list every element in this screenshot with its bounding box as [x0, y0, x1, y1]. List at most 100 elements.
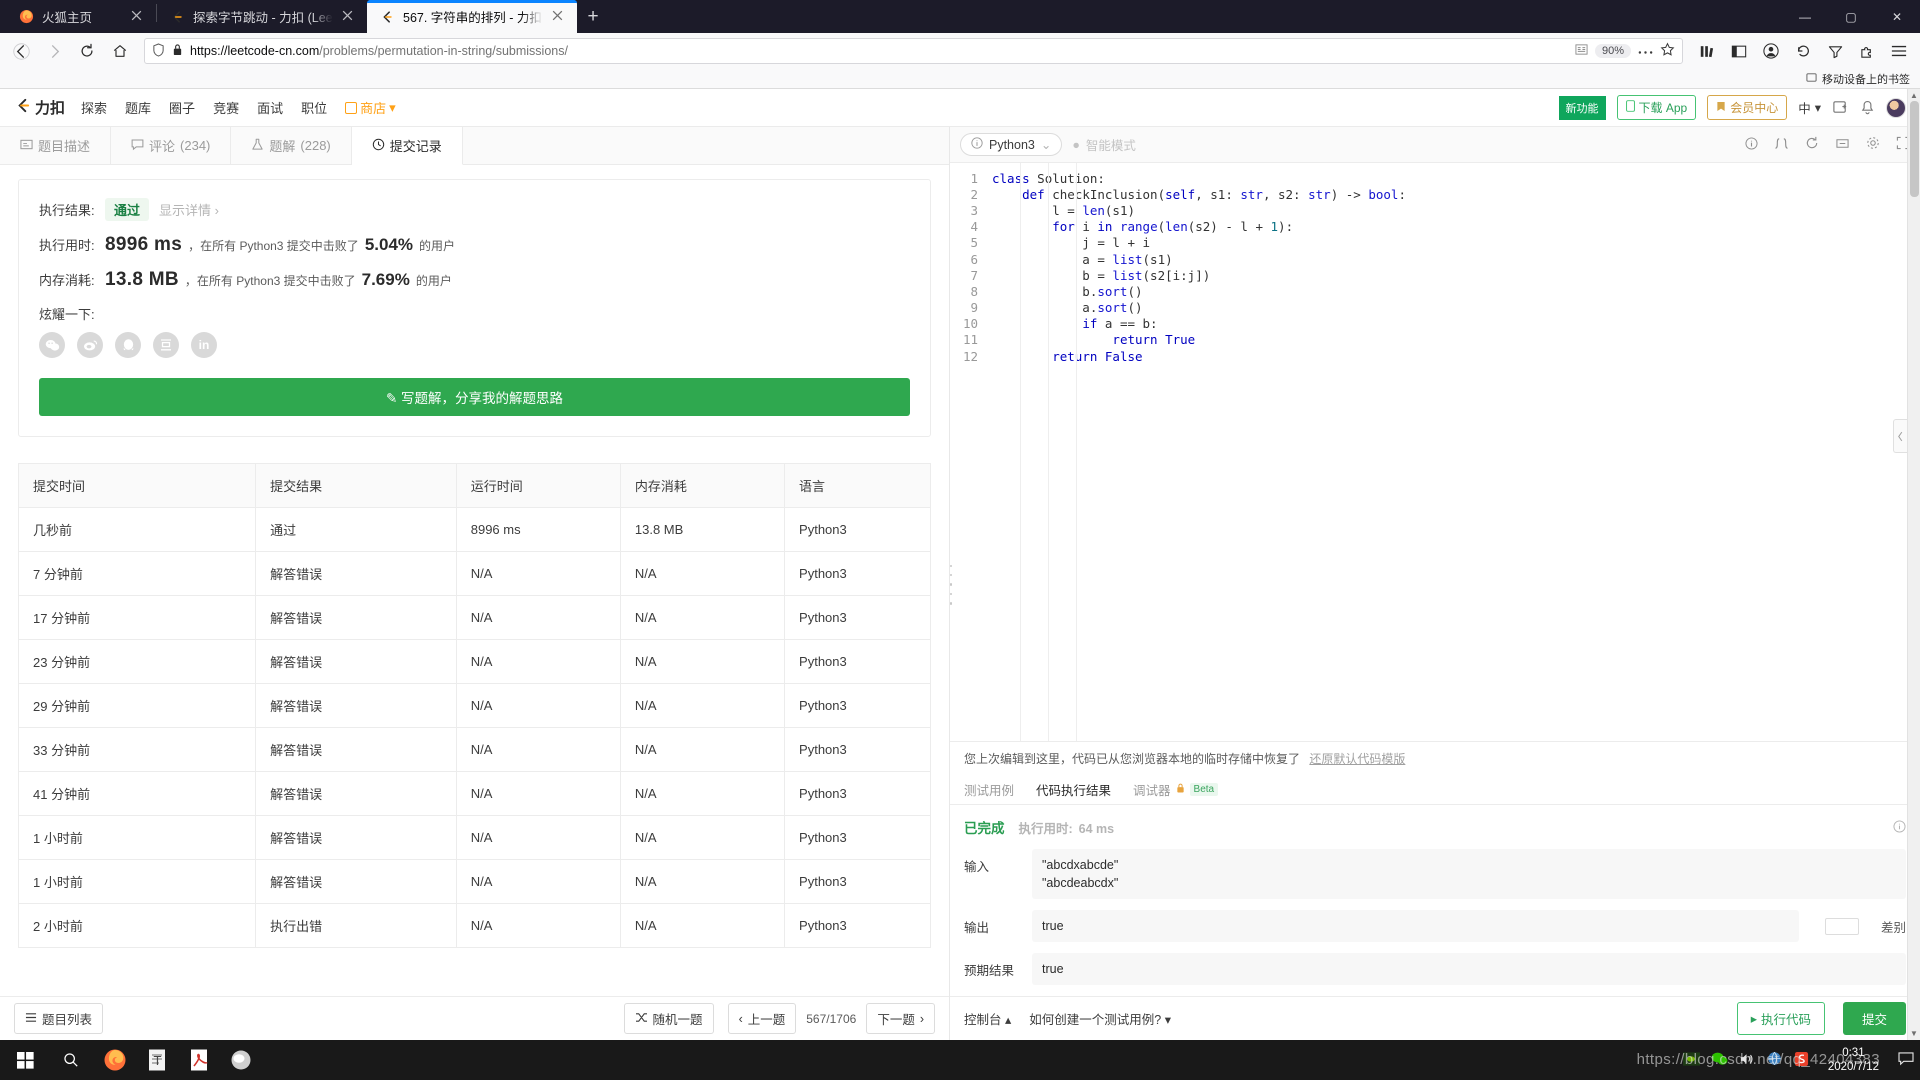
nav-item-circle[interactable]: 圈子 — [169, 98, 195, 117]
taskbar-chat-icon[interactable] — [220, 1040, 262, 1080]
volume-icon[interactable] — [1739, 1052, 1755, 1069]
shield-icon[interactable] — [152, 42, 165, 60]
input-value[interactable]: "abcdxabcde" "abcdeabcdx" — [1032, 848, 1906, 899]
code-line[interactable]: 3 l = len(s1) — [950, 202, 1920, 218]
menu-hamburger-icon[interactable] — [1884, 37, 1914, 65]
submission-result[interactable]: 解答错误 — [255, 551, 457, 596]
th-runtime[interactable]: 运行时间 — [455, 463, 621, 508]
browser-tab-3[interactable]: 567. 字符串的排列 - 力扣 (Lee — [367, 0, 577, 33]
nav-item-jobs[interactable]: 职位 — [301, 98, 327, 117]
nav-item-interview[interactable]: 面试 — [257, 98, 283, 117]
submission-result[interactable]: 解答错误 — [255, 859, 457, 904]
account-icon[interactable] — [1756, 37, 1786, 65]
code-line[interactable]: 5 j = l + i — [950, 235, 1920, 251]
wechat-icon[interactable] — [39, 332, 65, 358]
lock-icon[interactable] — [172, 43, 183, 59]
avatar[interactable] — [1886, 97, 1906, 118]
submission-result[interactable]: 执行出错 — [255, 903, 457, 948]
tab-code-result[interactable]: 代码执行结果 — [1036, 780, 1111, 799]
start-icon[interactable] — [2, 1040, 48, 1080]
search-icon[interactable] — [48, 1040, 94, 1080]
sogou-icon[interactable] — [1794, 1051, 1809, 1070]
nav-item-problems[interactable]: 题库 — [125, 98, 151, 117]
taskbar-pdf-icon[interactable] — [178, 1040, 220, 1080]
submission-result[interactable]: 解答错误 — [255, 815, 457, 860]
table-row[interactable]: 7 分钟前 解答错误 N/A N/A Python3 — [17, 551, 931, 596]
nvidia-icon[interactable] — [1682, 1051, 1700, 1069]
close-window-button[interactable]: ✕ — [1874, 0, 1920, 33]
weibo-icon[interactable] — [77, 332, 103, 358]
new-feature-badge[interactable]: 新功能 — [1558, 95, 1606, 120]
new-tab-button[interactable]: + — [577, 2, 609, 31]
reader-icon[interactable] — [1575, 43, 1588, 59]
table-row[interactable]: 1 小时前 解答错误 N/A N/A Python3 — [17, 815, 931, 860]
smart-mode-toggle[interactable]: ● 智能模式 — [1072, 135, 1136, 154]
page-scrollbar[interactable]: ▲ ▼ — [1907, 89, 1920, 1040]
table-row[interactable]: 1 小时前 解答错误 N/A N/A Python3 — [17, 859, 931, 904]
tab-testcase[interactable]: 测试用例 — [964, 780, 1014, 799]
help-testcase-link[interactable]: 如何创建一个测试用例? ▾ — [1029, 1009, 1171, 1028]
problem-list-button[interactable]: 题目列表 — [14, 1003, 104, 1034]
nav-item-explore[interactable]: 探索 — [81, 98, 107, 117]
bookmark-star-icon[interactable] — [1660, 42, 1675, 60]
code-line[interactable]: 2 def checkInclusion(self, s1: str, s2: … — [950, 186, 1920, 202]
submission-result[interactable]: 通过 — [255, 507, 457, 552]
taskbar-firefox-icon[interactable] — [94, 1040, 136, 1080]
table-row[interactable]: 几秒前 通过 8996 ms 13.8 MB Python3 — [17, 507, 931, 552]
library-icon[interactable] — [1692, 37, 1722, 65]
restore-default-template-link[interactable]: 还原默认代码模版 — [1309, 752, 1405, 766]
write-solution-button[interactable]: ✎ 写题解，分享我的解题思路 — [39, 378, 910, 416]
close-icon[interactable] — [341, 9, 357, 25]
invite-friends-icon[interactable] — [1832, 99, 1849, 116]
reset-code-icon[interactable] — [1805, 136, 1819, 153]
qq-icon[interactable] — [115, 332, 141, 358]
membership-button[interactable]: 会员中心 — [1707, 95, 1788, 120]
close-icon[interactable] — [551, 9, 567, 25]
show-detail-link[interactable]: 显示详情 › — [159, 200, 219, 219]
table-row[interactable]: 23 分钟前 解答错误 N/A N/A Python3 — [17, 639, 931, 684]
code-line[interactable]: 9 a.sort() — [950, 300, 1920, 316]
submission-result[interactable]: 解答错误 — [255, 639, 457, 684]
reload-button[interactable] — [72, 37, 102, 65]
minimize-button[interactable]: — — [1782, 0, 1828, 33]
result-info-icon[interactable] — [1893, 819, 1906, 836]
format-code-icon[interactable] — [1774, 137, 1789, 153]
submission-result[interactable]: 解答错误 — [255, 727, 457, 772]
more-actions-icon[interactable] — [1638, 44, 1653, 58]
home-button[interactable] — [105, 37, 135, 65]
maximize-button[interactable]: ▢ — [1828, 0, 1874, 33]
code-line[interactable]: 1 class Solution: — [950, 170, 1920, 186]
close-icon[interactable] — [130, 9, 146, 25]
code-line[interactable]: 4 for i in range(len(s2) - l + 1): — [950, 219, 1920, 235]
nav-item-shop[interactable]: 商店 ▾ — [345, 98, 396, 117]
url-bar[interactable]: https://leetcode-cn.com/problems/permuta… — [144, 38, 1683, 64]
language-selector[interactable]: 中 ▾ — [1798, 98, 1821, 117]
linkedin-icon[interactable]: in — [191, 332, 217, 358]
diff-toggle[interactable] — [1824, 917, 1859, 935]
tab-solutions[interactable]: 题解 (228) — [231, 127, 352, 164]
tab-description[interactable]: 题目描述 — [0, 127, 112, 164]
table-row[interactable]: 29 分钟前 解答错误 N/A N/A Python3 — [17, 683, 931, 728]
diff-label[interactable]: 差别 — [1881, 910, 1906, 936]
settings-gear-icon[interactable] — [1866, 136, 1880, 153]
th-result[interactable]: 提交结果 — [255, 463, 457, 508]
taskbar-text-editor-icon[interactable]: T — [136, 1040, 178, 1080]
tab-debugger[interactable]: 调试器 Beta — [1133, 780, 1219, 799]
tab-submissions[interactable]: 提交记录 — [351, 127, 463, 165]
network-icon[interactable] — [1766, 1051, 1783, 1069]
code-line[interactable]: 10 if a == b: — [950, 316, 1920, 332]
random-problem-button[interactable]: 随机一题 — [623, 1003, 714, 1034]
language-select[interactable]: Python3 ⌄ — [960, 133, 1063, 156]
back-button[interactable] — [6, 37, 36, 65]
sidebar-icon[interactable] — [1724, 37, 1754, 65]
forward-button[interactable] — [39, 37, 69, 65]
table-row[interactable]: 41 分钟前 解答错误 N/A N/A Python3 — [17, 771, 931, 816]
info-tool-icon[interactable] — [1745, 136, 1758, 153]
taskbar-clock[interactable]: 0:31 2020/7/12 — [1820, 1046, 1887, 1075]
th-language[interactable]: 语言 — [784, 463, 931, 508]
wechat-tray-icon[interactable] — [1711, 1051, 1728, 1069]
shortcuts-icon[interactable] — [1835, 137, 1850, 153]
browser-tab-2[interactable]: 探索字节跳动 - 力扣 (LeetCode — [157, 0, 367, 33]
submit-button[interactable]: 提交 — [1842, 1002, 1906, 1035]
code-editor[interactable]: 1 class Solution: 2 def checkInclusion(sel… — [950, 163, 1920, 741]
